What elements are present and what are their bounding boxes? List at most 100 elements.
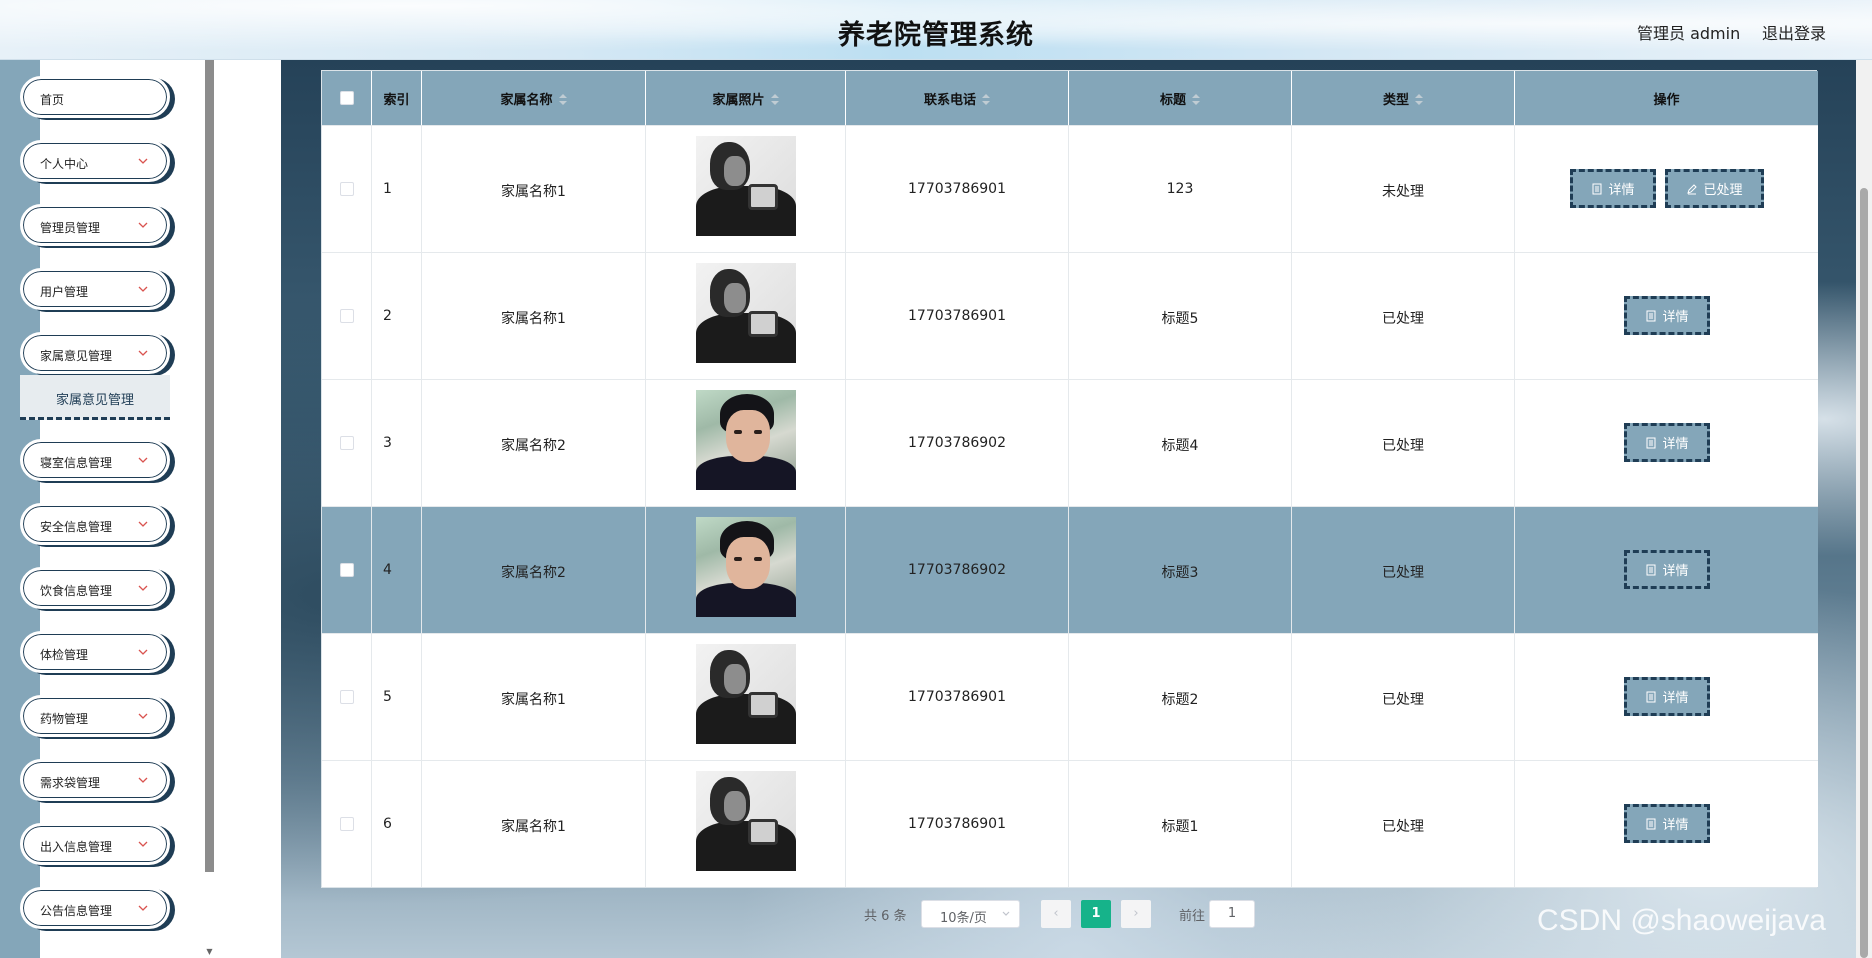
sidebar-item[interactable]: 家属意见管理 [20, 332, 170, 374]
sort-icon[interactable] [1192, 94, 1200, 106]
logout-button[interactable]: 退出登录 [1762, 20, 1826, 44]
table-cell: 3 [372, 380, 422, 506]
family-name: 家属名称1 [501, 184, 566, 200]
family-photo [696, 390, 796, 490]
sidebar-item[interactable]: 体检管理 [20, 631, 170, 673]
next-page-button[interactable]: › [1121, 900, 1151, 928]
chevron-down-icon [138, 649, 148, 655]
phone-number: 17703786902 [908, 435, 1006, 451]
page-number-button[interactable]: 1 [1081, 900, 1111, 928]
table-cell: 详情 [1515, 253, 1818, 379]
chevron-down-icon [138, 350, 148, 356]
feedback-type: 已处理 [1382, 311, 1424, 327]
page-size-select[interactable]: 10条/页 [921, 900, 1020, 928]
column-header-label: 联系电话 [923, 93, 976, 108]
detail-button[interactable]: 详情 [1624, 677, 1710, 716]
row-select-checkbox[interactable] [340, 182, 354, 196]
row-index: 1 [383, 181, 392, 197]
table-cell: 家属名称2 [422, 507, 646, 633]
chevron-down-icon [138, 158, 148, 164]
detail-button[interactable]: 详情 [1570, 169, 1656, 208]
sidebar-item[interactable]: 管理员管理 [20, 204, 170, 246]
detail-button[interactable]: 详情 [1624, 296, 1710, 335]
header-photo[interactable]: 家属照片 [646, 71, 846, 125]
sidebar-scrollbar[interactable]: ▼ [205, 60, 214, 958]
sort-icon[interactable] [982, 94, 990, 106]
goto-page-input[interactable]: 1 [1209, 900, 1255, 928]
sidebar-item[interactable]: 首页 [20, 76, 170, 118]
process-button[interactable]: 已处理 [1665, 169, 1764, 208]
button-label: 详情 [1608, 183, 1635, 198]
column-header-label: 标题 [1159, 93, 1186, 108]
table-cell: 未处理 [1292, 126, 1515, 252]
sidebar-item-label: 饮食信息管理 [40, 584, 113, 598]
header-name[interactable]: 家属名称 [422, 71, 646, 125]
sidebar-item[interactable]: 寝室信息管理 [20, 439, 170, 481]
family-name: 家属名称1 [501, 311, 566, 327]
detail-button[interactable]: 详情 [1624, 423, 1710, 462]
sort-icon[interactable] [558, 94, 567, 106]
header-select-cell [322, 71, 372, 125]
family-photo [696, 136, 796, 236]
table-cell: 家属名称1 [422, 253, 646, 379]
phone-number: 17703786901 [908, 816, 1006, 832]
submenu-item-family-feedback[interactable]: 家属意见管理 [20, 375, 170, 420]
table-cell: 详情 [1515, 380, 1818, 506]
chevron-down-icon [138, 841, 148, 847]
prev-page-button[interactable]: ‹ [1041, 900, 1071, 928]
sidebar-item[interactable]: 饮食信息管理 [20, 567, 170, 609]
watermark: CSDN @shaoweijava [1537, 904, 1826, 937]
row-select-checkbox[interactable] [340, 309, 354, 323]
table-cell [322, 634, 372, 760]
header-phone[interactable]: 联系电话 [846, 71, 1069, 125]
header-title[interactable]: 标题 [1069, 71, 1292, 125]
table-row: 4 家属名称2 17703786902 标题3 已处理 详情 [322, 506, 1818, 633]
table-row: 5 家属名称1 17703786901 标题2 已处理 详情 [322, 633, 1818, 760]
chevron-down-icon [138, 521, 148, 527]
page-scrollbar-thumb[interactable] [1860, 188, 1868, 958]
table-cell: 标题5 [1069, 253, 1292, 379]
button-label: 详情 [1662, 564, 1689, 579]
page-scrollbar[interactable] [1856, 60, 1872, 958]
table-cell [646, 253, 846, 379]
detail-button[interactable]: 详情 [1624, 550, 1710, 589]
select-all-checkbox[interactable] [340, 91, 354, 105]
sidebar-item-label: 用户管理 [40, 285, 89, 299]
sidebar-item-label: 需求袋管理 [40, 776, 101, 790]
column-header-label: 家属名称 [500, 93, 553, 108]
sidebar-item[interactable]: 公告信息管理 [20, 887, 170, 929]
chevron-down-icon [138, 286, 148, 292]
sidebar-item[interactable]: 需求袋管理 [20, 759, 170, 801]
goto-label: 前往 [1179, 909, 1206, 924]
sidebar-item-label: 安全信息管理 [40, 520, 113, 534]
feedback-type: 已处理 [1382, 692, 1424, 708]
sidebar-item[interactable]: 药物管理 [20, 695, 170, 737]
sidebar-item[interactable]: 用户管理 [20, 268, 170, 310]
header-type[interactable]: 类型 [1292, 71, 1515, 125]
sidebar-item[interactable]: 个人中心 [20, 140, 170, 182]
sort-icon[interactable] [770, 94, 779, 106]
table-cell [646, 126, 846, 252]
row-select-checkbox[interactable] [340, 690, 354, 704]
sort-icon[interactable] [1415, 94, 1423, 106]
table-cell: 详情 已处理 [1515, 126, 1818, 252]
family-name: 家属名称2 [501, 438, 566, 454]
feedback-type: 已处理 [1382, 438, 1424, 454]
sidebar-item-label: 出入信息管理 [40, 840, 113, 854]
table-cell: 已处理 [1292, 507, 1515, 633]
table-cell: 4 [372, 507, 422, 633]
row-index: 5 [383, 689, 392, 705]
table-cell: 5 [372, 634, 422, 760]
sidebar-item[interactable]: 出入信息管理 [20, 823, 170, 865]
document-icon [1646, 691, 1656, 702]
sidebar-item-label: 公告信息管理 [40, 904, 113, 918]
detail-button[interactable]: 详情 [1624, 804, 1710, 843]
scroll-down-arrow-icon[interactable]: ▼ [205, 946, 214, 958]
sidebar-item[interactable]: 安全信息管理 [20, 503, 170, 545]
sidebar-scrollbar-thumb[interactable] [205, 60, 214, 872]
row-select-checkbox[interactable] [340, 563, 354, 577]
row-select-checkbox[interactable] [340, 817, 354, 831]
table-cell: 详情 [1515, 634, 1818, 760]
feedback-title: 123 [1166, 181, 1194, 197]
row-select-checkbox[interactable] [340, 436, 354, 450]
